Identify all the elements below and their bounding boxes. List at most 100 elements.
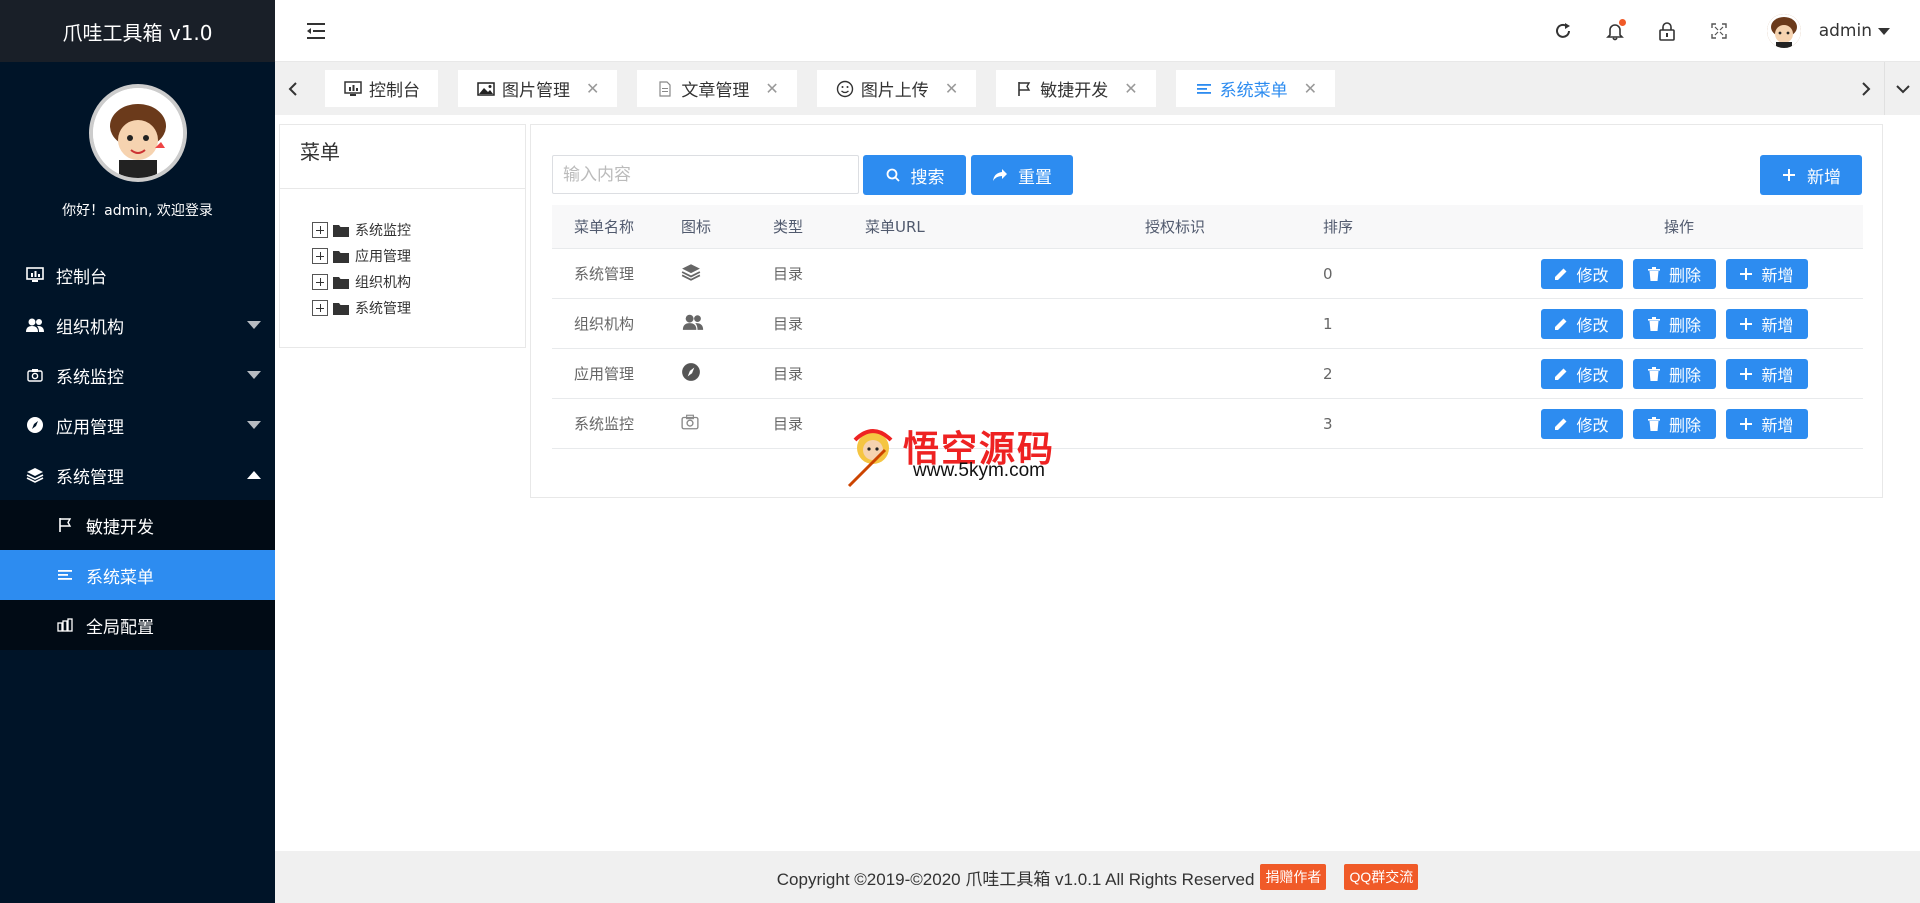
search-button[interactable]: 搜索 <box>863 155 966 195</box>
plus-icon <box>1781 167 1797 183</box>
sidebar-item-org[interactable]: 组织机构 <box>0 300 275 350</box>
smile-icon <box>835 79 855 99</box>
users-icon <box>24 314 46 336</box>
chevron-down-icon <box>1878 27 1890 35</box>
sidebar-item-monitor[interactable]: 系统监控 <box>0 350 275 400</box>
table-row: 系统监控 目录 3 修改 删除 新增 <box>552 399 1863 449</box>
folder-icon <box>333 276 349 289</box>
search-input[interactable] <box>552 155 859 194</box>
tab-article-manage[interactable]: 文章管理 ✕ <box>637 70 797 107</box>
tree-node-label: 组织机构 <box>355 275 411 291</box>
delete-button[interactable]: 删除 <box>1632 358 1716 389</box>
edit-button[interactable]: 修改 <box>1540 408 1623 439</box>
plus-icon <box>1739 417 1753 431</box>
pencil-icon <box>1554 317 1568 331</box>
tab-image-manage[interactable]: 图片管理 ✕ <box>458 70 618 107</box>
username: admin <box>1818 21 1872 41</box>
close-icon[interactable]: ✕ <box>945 79 958 98</box>
cell-order: 0 <box>1323 264 1333 283</box>
add-child-button[interactable]: 新增 <box>1725 408 1808 439</box>
sidebar-item-label: 应用管理 <box>56 417 124 438</box>
cell-icon <box>681 313 773 335</box>
expand-icon[interactable] <box>312 274 328 290</box>
sidebar-subitem-menu[interactable]: 系统菜单 <box>0 550 275 600</box>
welcome-text: 你好！admin, 欢迎登录 <box>62 203 213 219</box>
cell-name: 系统监控 <box>574 415 635 433</box>
edit-label: 修改 <box>1576 415 1609 435</box>
lock-icon[interactable] <box>1654 18 1680 44</box>
plus-icon <box>1739 367 1753 381</box>
tab-list: 控制台 图片管理 ✕ 文章管理 ✕ 图片上传 ✕ 敏捷开发 ✕ 系统菜单 ✕ <box>325 70 1355 107</box>
tab-image-upload[interactable]: 图片上传 ✕ <box>816 70 977 107</box>
expand-icon[interactable] <box>312 222 328 238</box>
donate-badge[interactable]: 捐赠作者 <box>1260 864 1327 890</box>
pencil-icon <box>1554 417 1568 431</box>
search-icon <box>885 167 901 183</box>
tab-menu-chevron-down-icon[interactable] <box>1884 62 1920 115</box>
edit-button[interactable]: 修改 <box>1540 308 1623 339</box>
delete-button[interactable]: 删除 <box>1632 408 1716 439</box>
avatar[interactable] <box>88 84 187 182</box>
camera-icon <box>681 414 699 434</box>
tree-node-label: 系统监控 <box>355 223 411 239</box>
sidebar-subitem-agile[interactable]: 敏捷开发 <box>0 500 275 550</box>
sidebar-item-label: 控制台 <box>56 267 107 288</box>
tree-node[interactable]: 应用管理 <box>312 243 525 269</box>
sidebar-item-dashboard[interactable]: 控制台 <box>0 250 275 300</box>
tree-node[interactable]: 系统监控 <box>312 217 525 243</box>
folder-icon <box>333 250 349 263</box>
sidebar-item-apps[interactable]: 应用管理 <box>0 400 275 450</box>
edit-button[interactable]: 修改 <box>1540 258 1623 289</box>
column-header: 菜单名称 <box>574 218 635 236</box>
close-icon[interactable]: ✕ <box>586 79 599 98</box>
add-button[interactable]: 新增 <box>1760 155 1862 195</box>
footer: Copyright ©2019-©2020 爪哇工具箱 v1.0.1 All R… <box>275 851 1920 903</box>
add-child-button[interactable]: 新增 <box>1725 358 1808 389</box>
tree-node[interactable]: 组织机构 <box>312 269 525 295</box>
delete-button[interactable]: 删除 <box>1632 308 1716 339</box>
fullscreen-icon[interactable] <box>1706 18 1732 44</box>
flag-icon <box>1014 79 1034 99</box>
tab-scroll-right-icon[interactable] <box>1848 62 1884 115</box>
sidebar-item-label: 系统监控 <box>56 367 124 388</box>
close-icon[interactable]: ✕ <box>765 79 778 98</box>
tree-node[interactable]: 系统管理 <box>312 295 525 321</box>
add-child-button[interactable]: 新增 <box>1725 258 1808 289</box>
pencil-icon <box>1554 367 1568 381</box>
edit-label: 修改 <box>1576 265 1609 285</box>
tree-title: 菜单 <box>280 125 525 189</box>
cell-actions: 修改 删除 新增 <box>1495 258 1863 289</box>
refresh-icon[interactable] <box>1550 18 1576 44</box>
add-child-button[interactable]: 新增 <box>1725 308 1808 339</box>
delete-button[interactable]: 删除 <box>1632 258 1716 289</box>
sidebar-subitem-config[interactable]: 全局配置 <box>0 600 275 650</box>
cell-actions: 修改 删除 新增 <box>1495 358 1863 389</box>
close-icon[interactable]: ✕ <box>1124 79 1137 98</box>
tab-dashboard[interactable]: 控制台 <box>325 70 438 107</box>
edit-button[interactable]: 修改 <box>1540 358 1623 389</box>
column-header: 排序 <box>1323 218 1354 236</box>
add-button-label: 新增 <box>1807 167 1841 188</box>
user-menu[interactable]: admin <box>1766 14 1890 48</box>
tab-agile-dev[interactable]: 敏捷开发 ✕ <box>996 70 1156 107</box>
monitor-icon <box>343 79 363 99</box>
image-icon <box>476 79 496 99</box>
sidebar-toggle-icon[interactable] <box>305 20 327 42</box>
tab-label: 敏捷开发 <box>1040 81 1109 101</box>
reset-button[interactable]: 重置 <box>971 155 1073 195</box>
add-label: 新增 <box>1761 265 1794 285</box>
tab-scroll-left-icon[interactable] <box>275 62 311 115</box>
close-icon[interactable]: ✕ <box>1304 79 1317 98</box>
monkey-logo-icon <box>847 429 893 488</box>
delete-label: 删除 <box>1668 365 1701 385</box>
column-header: 图标 <box>681 218 712 236</box>
notification-bell-icon[interactable] <box>1602 18 1628 44</box>
expand-icon[interactable] <box>312 248 328 264</box>
sidebar-item-system[interactable]: 系统管理 <box>0 450 275 500</box>
qq-group-badge[interactable]: QQ群交流 <box>1344 864 1419 890</box>
tab-label: 系统菜单 <box>1219 81 1288 101</box>
tab-system-menu[interactable]: 系统菜单 ✕ <box>1175 70 1336 107</box>
sidebar-item-label: 敏捷开发 <box>86 517 154 538</box>
notification-dot <box>1618 19 1626 26</box>
expand-icon[interactable] <box>312 300 328 316</box>
